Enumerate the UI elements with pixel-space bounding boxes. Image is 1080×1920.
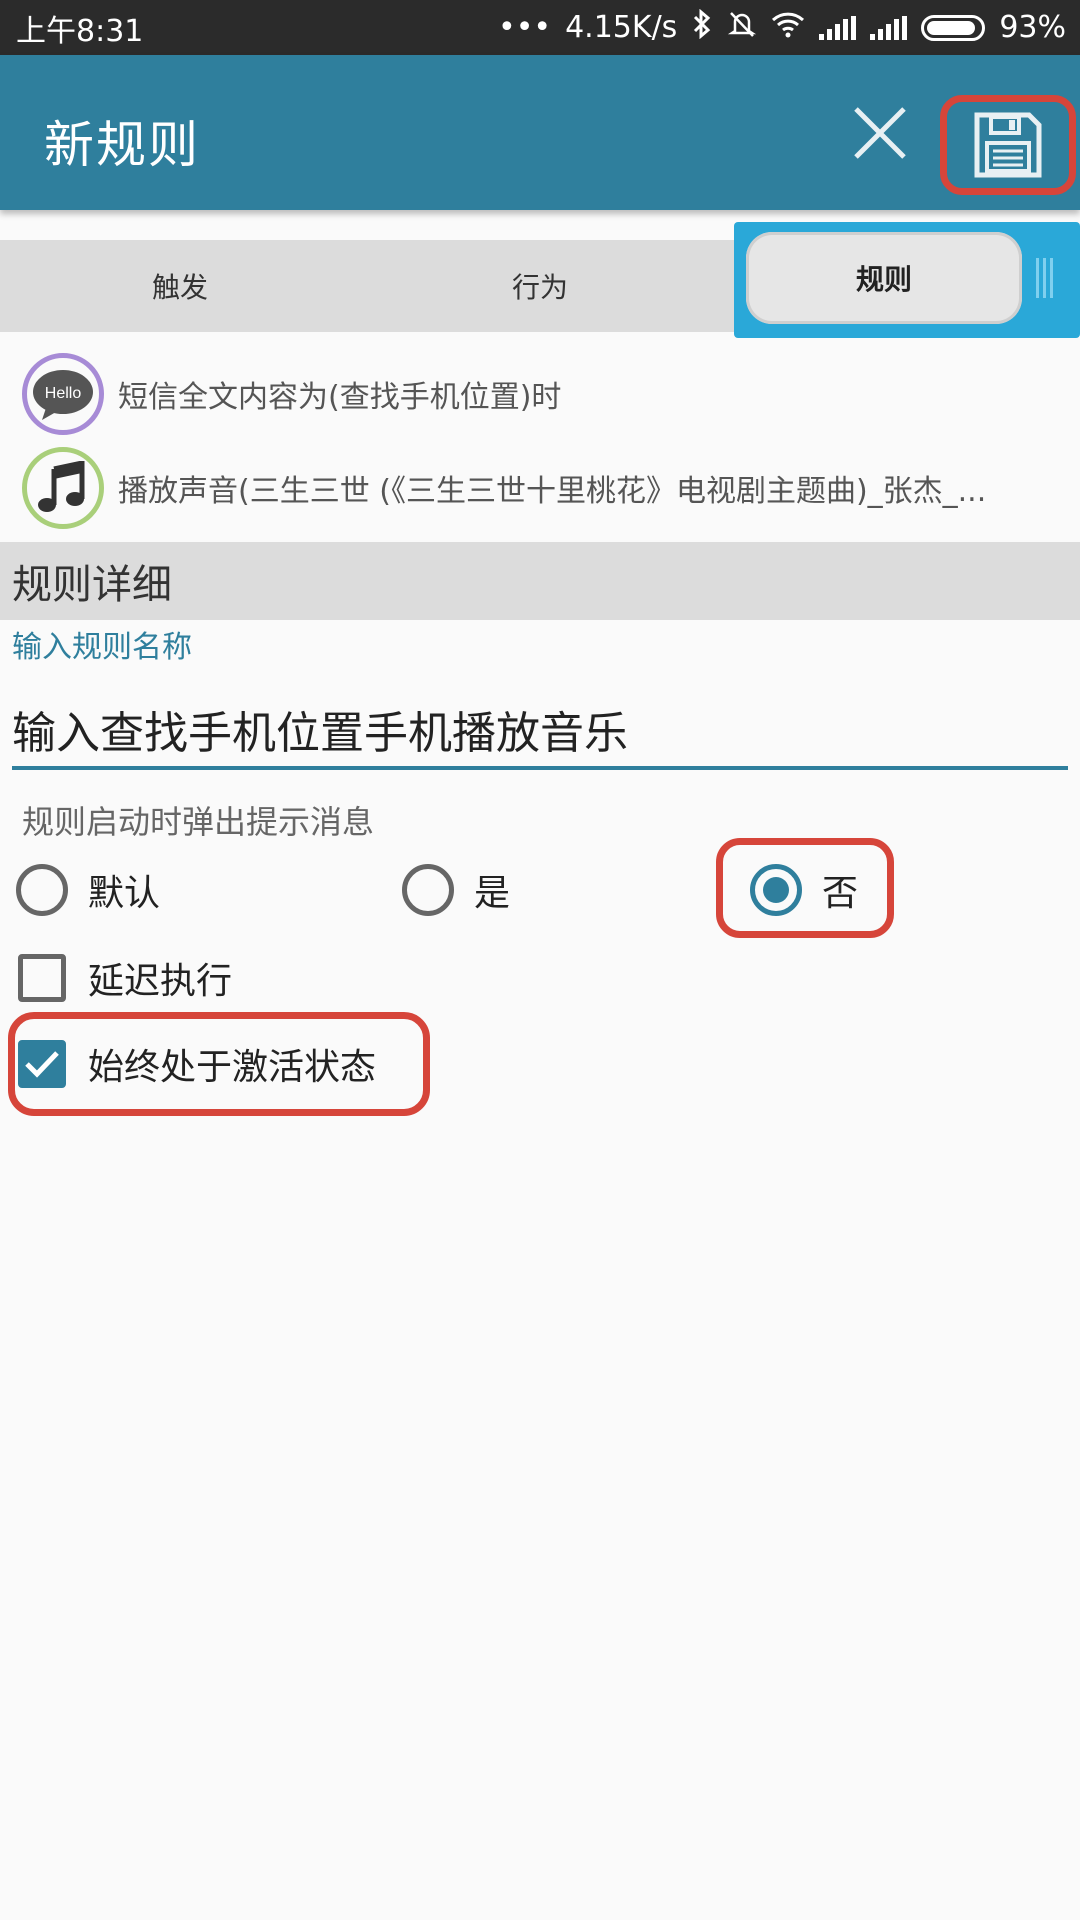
highlight-always-active — [8, 1012, 430, 1116]
action-summary-text: 播放声音(三生三世 (《三生三世十里桃花》电视剧主题曲)_张杰_... — [118, 474, 987, 509]
highlight-radio-no — [716, 838, 894, 938]
rule-name-label: 输入规则名称 — [12, 630, 192, 665]
checkbox-delay-label: 延迟执行 — [88, 961, 233, 1002]
status-bar: 上午8:31 ••• 4.15K/s 93% — [0, 0, 1080, 55]
hello-badge-text: Hello — [45, 385, 82, 402]
rule-name-input[interactable]: 输入查找手机位置手机播放音乐 — [12, 692, 1068, 770]
tab-trigger[interactable]: 触发 — [0, 240, 360, 332]
radio-default-circle[interactable] — [16, 864, 68, 916]
checkbox-delay-box[interactable] — [18, 954, 66, 1002]
page-title: 新规则 — [44, 116, 200, 174]
checkbox-delay[interactable]: 延迟执行 — [18, 938, 232, 1018]
network-speed: 4.15K/s — [565, 10, 678, 45]
bluetooth-icon — [691, 8, 713, 46]
signal-2-icon — [870, 15, 908, 40]
close-icon — [854, 107, 906, 159]
trigger-summary-text: 短信全文内容为(查找手机位置)时 — [118, 380, 562, 415]
wifi-icon — [771, 10, 805, 45]
radio-yes-circle[interactable] — [402, 864, 454, 916]
bell-off-icon — [727, 9, 757, 46]
action-summary[interactable]: 播放声音(三生三世 (《三生三世十里桃花》电视剧主题曲)_张杰_... — [0, 444, 1080, 532]
music-note-icon — [22, 447, 104, 529]
status-time: 上午8:31 — [16, 13, 144, 49]
battery-percent: 93% — [999, 10, 1066, 45]
app-bar: 新规则 — [0, 55, 1080, 210]
tab-rule[interactable]: 规则 — [746, 232, 1022, 324]
radio-yes[interactable]: 是 — [402, 850, 510, 930]
floppy-save-icon — [974, 112, 1042, 178]
tab-action[interactable]: 行为 — [360, 240, 720, 332]
radio-default-label: 默认 — [88, 873, 161, 914]
save-button[interactable] — [940, 95, 1076, 195]
tab-grip-icon — [1036, 258, 1056, 298]
prompt-label: 规则启动时弹出提示消息 — [22, 803, 375, 841]
trigger-summary[interactable]: Hello 短信全文内容为(查找手机位置)时 — [0, 350, 1080, 438]
hello-message-icon: Hello — [22, 353, 104, 435]
radio-yes-label: 是 — [474, 873, 511, 914]
section-header: 规则详细 — [0, 542, 1080, 620]
close-button[interactable] — [848, 101, 912, 165]
radio-default[interactable]: 默认 — [16, 850, 160, 930]
battery-icon — [921, 14, 986, 41]
signal-1-icon — [819, 15, 857, 40]
status-dots: ••• — [498, 10, 552, 45]
